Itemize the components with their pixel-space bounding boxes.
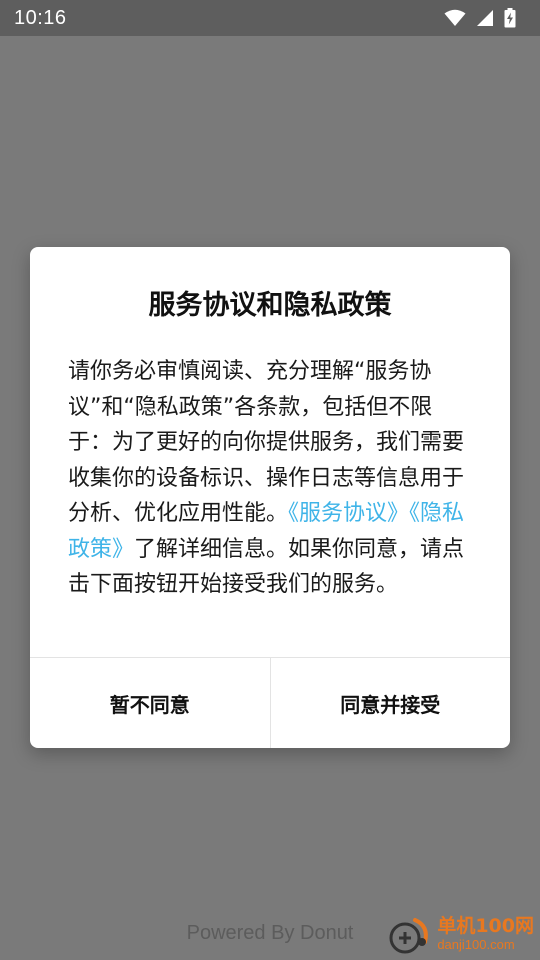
- status-bar: 10:16: [0, 0, 540, 36]
- wifi-icon: [444, 9, 466, 27]
- site-watermark: 单机100网 danji100.com: [389, 912, 534, 956]
- dialog-title: 服务协议和隐私政策: [148, 290, 392, 321]
- dialog-button-row: 暂不同意 同意并接受: [30, 658, 510, 748]
- watermark-name: 单机100网: [437, 915, 534, 937]
- dialog-body: 请你务必审慎阅读、充分理解“服务协议”和“隐私政策”各条款，包括但不限于：为了更…: [68, 354, 474, 603]
- status-time: 10:16: [14, 6, 67, 29]
- battery-charging-icon: [504, 8, 516, 28]
- status-icons: [444, 8, 516, 28]
- service-agreement-link[interactable]: 《服务协议》: [288, 501, 409, 526]
- privacy-dialog: 服务协议和隐私政策 请你务必审慎阅读、充分理解“服务协议”和“隐私政策”各条款，…: [30, 247, 510, 748]
- signal-icon: [476, 9, 494, 27]
- decline-button[interactable]: 暂不同意: [30, 658, 270, 748]
- watermark-logo-icon: [389, 912, 433, 956]
- watermark-text: 单机100网 danji100.com: [437, 915, 534, 952]
- watermark-url: danji100.com: [437, 937, 515, 952]
- accept-button[interactable]: 同意并接受: [271, 658, 511, 748]
